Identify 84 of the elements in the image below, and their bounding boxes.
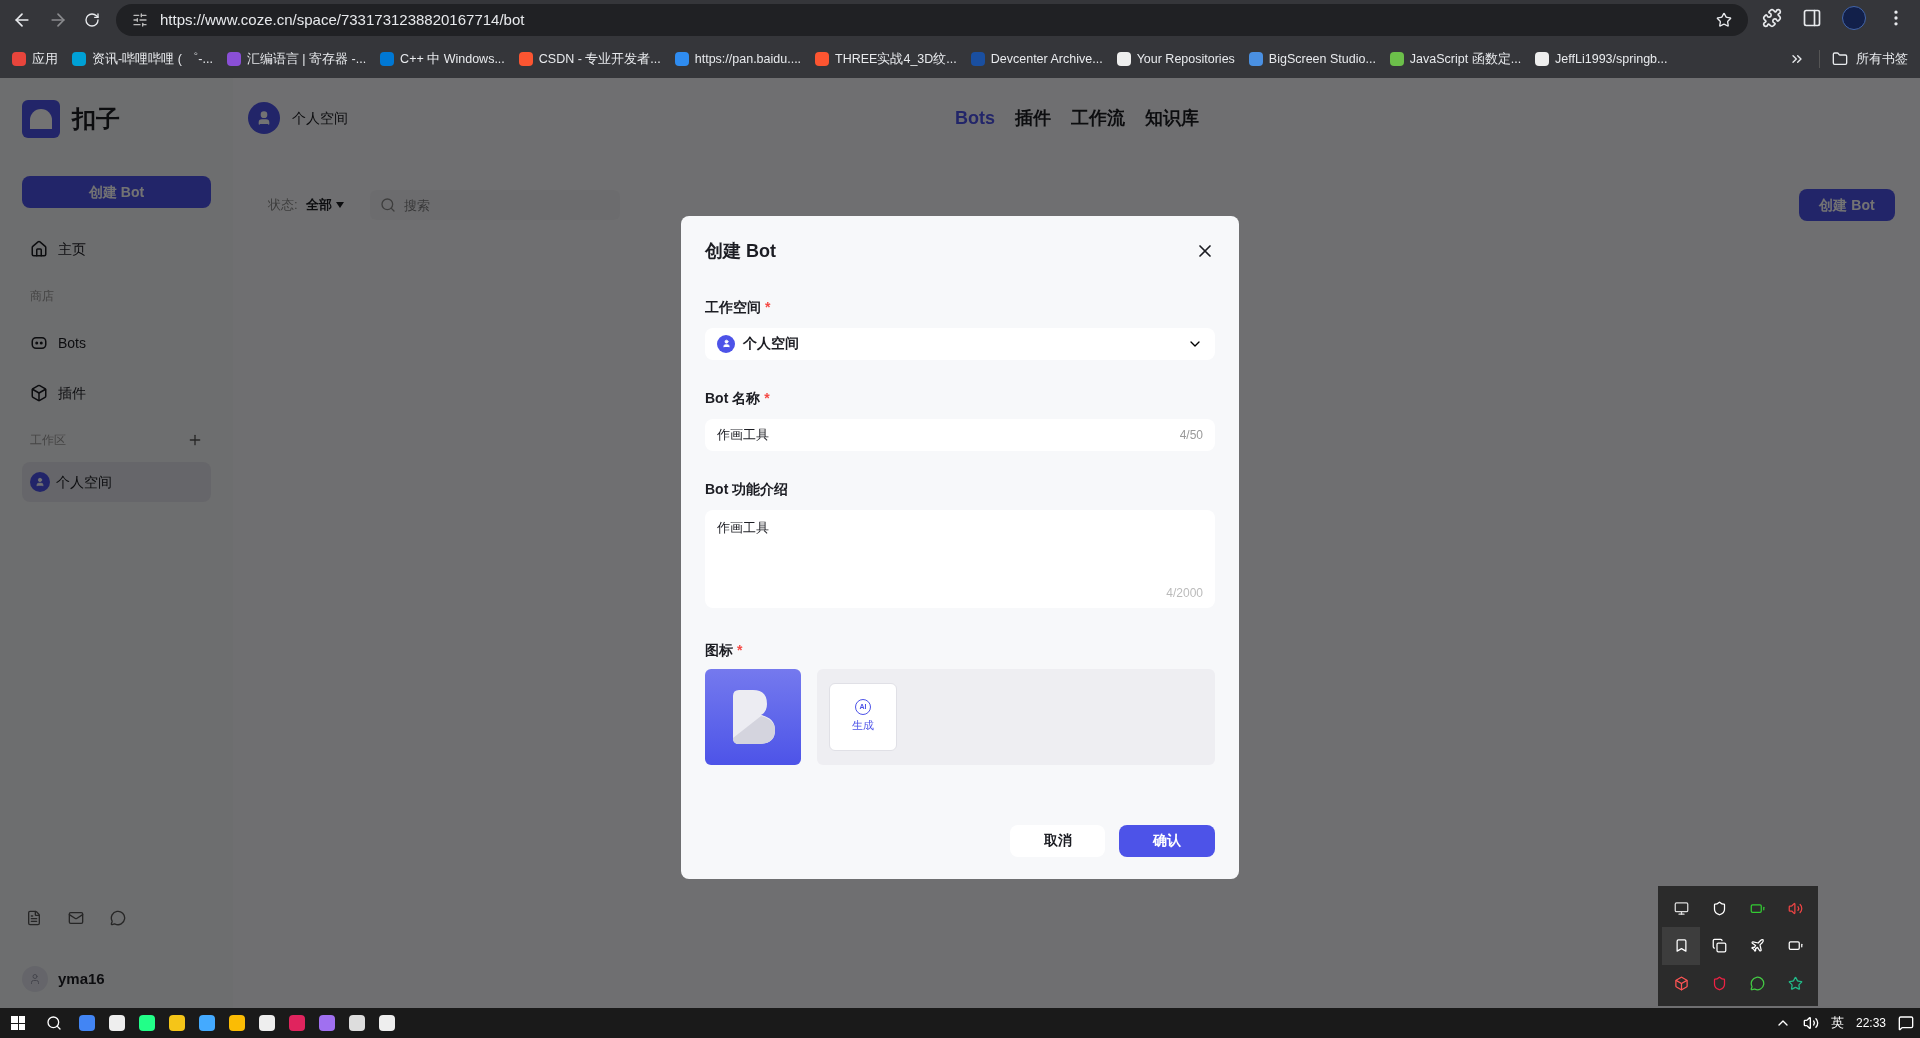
taskbar-app-icon[interactable] [199,1015,215,1031]
nav-item[interactable]: 主页 [22,224,211,274]
taskbar-app-icon[interactable] [259,1015,275,1031]
tray-app-icon[interactable] [1673,938,1689,954]
bookmark-item[interactable]: https://pan.baidu.... [674,49,802,69]
field-value: 作画工具 [717,425,770,444]
tray-app-icon[interactable] [1711,938,1727,954]
bot-avatar-icon[interactable] [705,668,801,765]
tray-app-icon[interactable] [1787,975,1803,991]
confirm-button[interactable]: 确认 [1119,824,1215,857]
bookmark-item[interactable]: JavaScript 函数定... [1389,49,1522,69]
workspace-select[interactable]: 个人空间 [705,327,1215,360]
user-name: yma16 [58,968,105,989]
nav-tab[interactable]: 插件 [1015,104,1051,132]
document-icon[interactable] [26,910,42,926]
space-avatar [248,102,280,134]
nav-tab[interactable]: 工作流 [1071,104,1125,132]
bookmark-item[interactable]: 资讯-哔哩哔哩 ( ゜-... [72,49,213,69]
taskbar-app-icon[interactable] [79,1015,95,1031]
char-count: 4/2000 [1166,584,1203,602]
dialog-title: 创建 Bot [705,239,776,263]
tray-app-icon[interactable] [1673,901,1689,917]
nav-item[interactable]: 插件 [22,368,211,418]
field-label: Bot 功能介绍 [705,479,789,499]
bookmark-item[interactable]: Devcenter Archive... [970,49,1103,69]
taskbar-app-icon[interactable] [289,1015,305,1031]
reload-icon[interactable] [84,12,100,28]
field-value: 作画工具 [717,518,770,537]
site-info-icon[interactable] [132,12,148,28]
required-mark: * [764,388,770,408]
taskbar-app-icon[interactable] [109,1015,125,1031]
side-panel-icon[interactable] [1802,8,1822,28]
space-name[interactable]: 个人空间 [292,107,348,129]
caret-icon [335,202,344,208]
bookmark-item[interactable]: C++ 中 Windows... [380,49,505,69]
search-icon [379,197,396,213]
nav-icon [30,334,48,352]
field-label: 图标 [705,640,733,660]
char-count: 4/50 [1179,426,1203,444]
cancel-button[interactable]: 取消 [1010,824,1105,857]
taskbar-app-icon[interactable] [139,1015,155,1031]
search-icon[interactable] [46,1015,62,1031]
nav-icon [30,384,48,402]
field-label: 工作空间 [705,297,761,317]
taskbar-app-icon[interactable] [169,1015,185,1031]
bookmark-item[interactable]: BigScreen Studio... [1248,49,1376,69]
bookmark-item[interactable]: JeffLi1993/springb... [1535,49,1668,69]
space-avatar [717,334,735,353]
bookmark-item[interactable]: Your Repositories [1116,49,1235,69]
nav-tab[interactable]: 知识库 [1145,104,1199,132]
tray-app-icon[interactable] [1749,975,1765,991]
nav-icon [30,240,48,258]
bot-name-field[interactable]: 作画工具 4/50 [705,418,1215,451]
bookmark-item[interactable]: CSDN - 专业开发者... [518,49,661,69]
bookmark-item[interactable]: 应用 [12,49,58,69]
bookmark-star-icon[interactable] [1716,12,1732,28]
clock-time[interactable]: 22:33 [1855,1014,1886,1032]
logo-icon [22,100,60,138]
bookmark-item[interactable]: THREE实战4_3D纹... [815,49,957,69]
bookmark-item[interactable]: 汇编语言 | 寄存器 -... [226,49,367,69]
taskbar-app-icon[interactable] [349,1015,365,1031]
extensions-icon[interactable] [1762,8,1782,28]
volume-icon[interactable] [1802,1015,1819,1031]
input-language[interactable]: 英 [1830,1013,1844,1033]
select-value: 个人空间 [743,334,800,353]
status-filter[interactable]: 全部 [305,195,344,215]
required-mark: * [737,640,743,660]
taskbar-app-icon[interactable] [229,1015,245,1031]
logo-text: 扣子 [72,104,120,134]
tray-app-icon[interactable] [1711,901,1727,917]
notification-icon[interactable] [1898,1015,1914,1031]
all-bookmarks-link[interactable]: 所有书签 [1819,49,1908,69]
required-mark: * [765,297,771,317]
address-bar[interactable]: https://www.coze.cn/space/7331731238820167714/bot [116,4,1748,36]
nav-item[interactable]: Bots [22,318,211,368]
url-text: https://www.coze.cn/space/7331731238820167714/bot [160,9,526,30]
folder-icon [1832,51,1848,67]
taskbar-app-icon[interactable] [379,1015,395,1031]
space-avatar [30,472,50,492]
bot-description-field[interactable]: 作画工具 4/2000 [705,509,1215,608]
field-label: Bot 名称 [705,388,761,408]
chat-icon[interactable] [110,910,126,926]
mail-icon[interactable] [68,910,84,926]
taskbar-app-icon[interactable] [319,1015,335,1031]
